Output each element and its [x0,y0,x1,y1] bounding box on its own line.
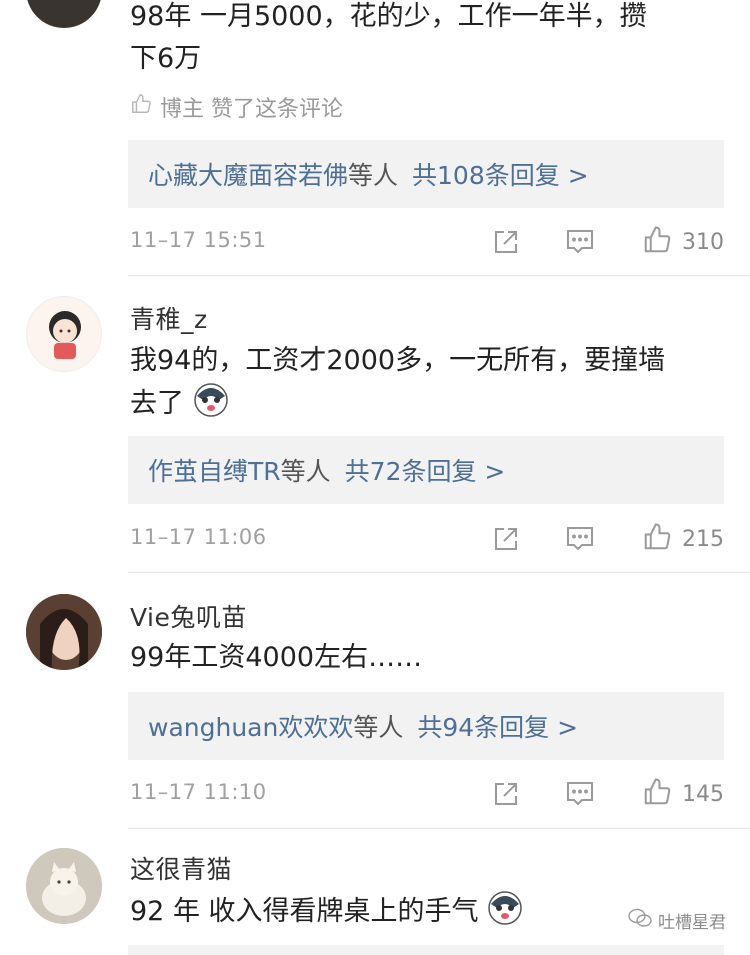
divider [128,572,750,573]
reply-suffix: 等人 [348,161,399,190]
comment-time: 11–17 11:06 [130,525,267,549]
thumbs-up-icon[interactable] [642,225,672,259]
comment-time: 11–17 11:10 [130,780,267,804]
thumbs-up-icon[interactable] [642,777,672,811]
share-icon[interactable] [486,774,526,814]
like-button[interactable]: 145 [642,774,724,814]
reply-suffix: 等人 [280,457,331,486]
thumbs-up-outline-icon [130,93,152,121]
avatar[interactable] [26,594,102,670]
like-button[interactable]: 310 [642,222,724,262]
reply-suffix: 等人 [353,713,404,742]
comment-text-line: 去了 [130,382,730,425]
reply-count-link[interactable]: 共108条回复 > [412,156,589,192]
comment-text: 98年 一月5000，花的少，工作一年半，攒 下6万 [130,0,730,80]
husky-emoji-icon [487,890,523,926]
reply-count-link[interactable]: 共72条回复 > [345,452,506,488]
like-count: 310 [682,229,724,255]
like-count: 145 [682,781,724,807]
husky-emoji-icon [193,382,229,418]
comment-meta: 11–17 11:06 215 [130,519,724,559]
watermark: 吐槽星君 [628,908,726,933]
wechat-icon [628,908,652,933]
comment-meta: 11–17 11:10 145 [130,774,724,814]
username[interactable]: Vie兔叽苗 [130,598,247,634]
like-button[interactable]: 215 [642,519,724,559]
reply-names[interactable]: 作茧自缚TR [148,452,281,488]
comment-meta: 11–17 15:51 310 [130,222,724,262]
comment-time: 11–17 15:51 [130,228,267,252]
comment-icon[interactable] [560,774,600,814]
reply-names[interactable]: 心藏大魔面容若佛 [148,156,348,192]
like-count: 215 [682,526,724,552]
comment-text-part: 92 年 收入得看牌桌上的手气 [130,896,479,927]
avatar[interactable] [26,848,102,924]
comment-icon[interactable] [560,222,600,262]
comment-text-line: 下6万 [130,43,202,74]
divider [128,828,750,829]
comment-text: 99年工资4000左右…… [130,637,730,679]
comment-text-part: 去了 [130,388,184,419]
reply-summary[interactable] [128,945,724,955]
author-liked-text: 博主 赞了这条评论 [160,97,343,122]
reply-count-link[interactable]: 共94条回复 > [417,708,578,744]
avatar[interactable] [26,296,102,372]
username[interactable]: 这很青猫 [130,850,232,886]
share-icon[interactable] [486,519,526,559]
comment-text-line: 我94的，工资才2000多，一无所有，要撞墙 [130,345,666,376]
comment-text: 我94的，工资才2000多，一无所有，要撞墙 去了 [130,340,730,425]
divider [128,275,750,276]
avatar[interactable] [26,0,102,28]
watermark-text: 吐槽星君 [658,913,726,933]
thumbs-up-icon[interactable] [642,522,672,556]
reply-summary[interactable]: wanghuan欢欢欢 等人 共94条回复 > [128,692,724,760]
reply-summary[interactable]: 作茧自缚TR 等人 共72条回复 > [128,436,724,504]
author-liked-note: 博主 赞了这条评论 [130,91,343,123]
comment-icon[interactable] [560,519,600,559]
reply-summary[interactable]: 心藏大魔面容若佛 等人 共108条回复 > [128,140,724,208]
username[interactable]: 青稚_z [130,300,208,336]
comment-text-line: 99年工资4000左右…… [130,642,423,673]
reply-names[interactable]: wanghuan欢欢欢 [148,708,353,744]
share-icon[interactable] [486,222,526,262]
comment-text-line: 98年 一月5000，花的少，工作一年半，攒 [130,1,647,32]
